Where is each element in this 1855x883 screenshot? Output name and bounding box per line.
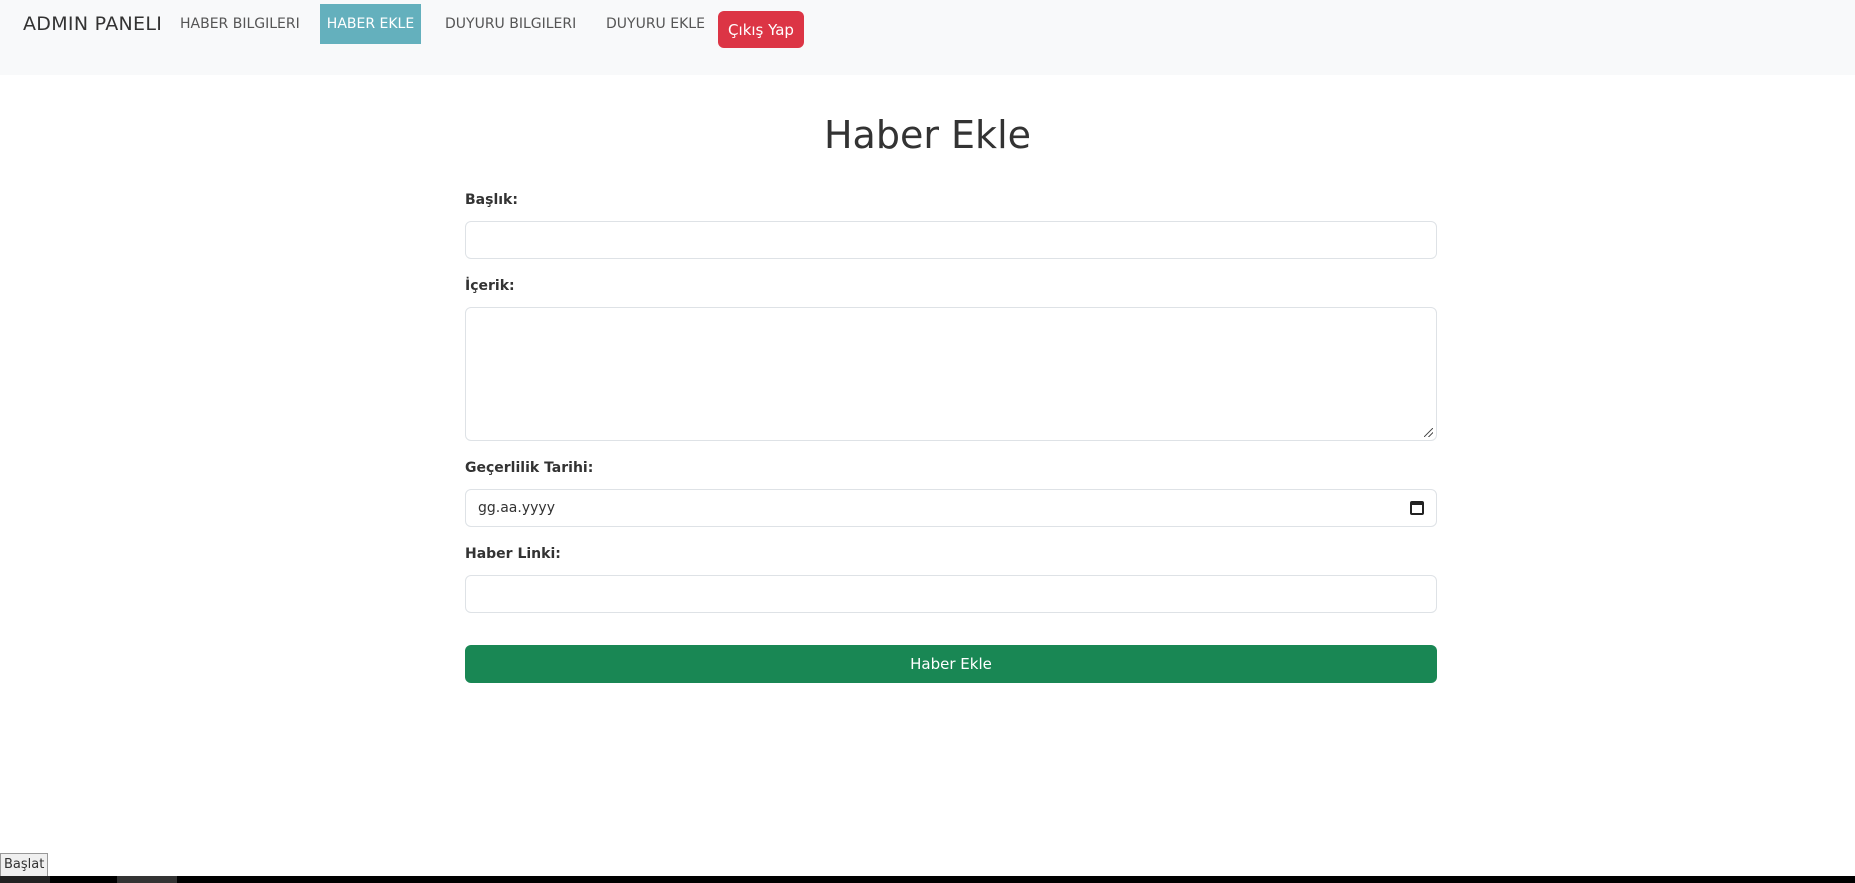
taskbar-item[interactable] <box>117 876 177 883</box>
icerik-label: İçerik: <box>465 278 515 294</box>
baslik-input[interactable] <box>465 221 1437 259</box>
logout-button[interactable]: Çıkış Yap <box>718 11 804 48</box>
taskbar <box>0 876 1855 883</box>
page-title: Haber Ekle <box>823 113 1031 157</box>
date-placeholder: gg.aa.yyyy <box>478 500 555 516</box>
haber-linki-input[interactable] <box>465 575 1437 613</box>
status-badge: Başlat <box>0 853 49 877</box>
calendar-icon[interactable] <box>1410 501 1424 515</box>
top-navbar: ADMIN PANELI HABER BILGILERI HABER EKLE … <box>0 0 1855 75</box>
baslik-label: Başlık: <box>465 192 518 208</box>
brand-title[interactable]: ADMIN PANELI <box>23 13 162 35</box>
taskbar-item[interactable] <box>0 876 50 883</box>
resize-handle-icon[interactable] <box>1424 428 1433 437</box>
icerik-textarea[interactable] <box>465 307 1437 441</box>
nav-haber-ekle[interactable]: HABER EKLE <box>320 4 421 44</box>
tarih-label: Geçerlilik Tarihi: <box>465 460 594 476</box>
nav-duyuru-ekle[interactable]: DUYURU EKLE <box>598 4 713 44</box>
submit-button[interactable]: Haber Ekle <box>465 645 1437 683</box>
link-label: Haber Linki: <box>465 546 561 562</box>
tarih-date-input[interactable]: gg.aa.yyyy <box>465 489 1437 527</box>
nav-haber-bilgileri[interactable]: HABER BILGILERI <box>172 4 308 44</box>
nav-duyuru-bilgileri[interactable]: DUYURU BILGILERI <box>437 4 584 44</box>
